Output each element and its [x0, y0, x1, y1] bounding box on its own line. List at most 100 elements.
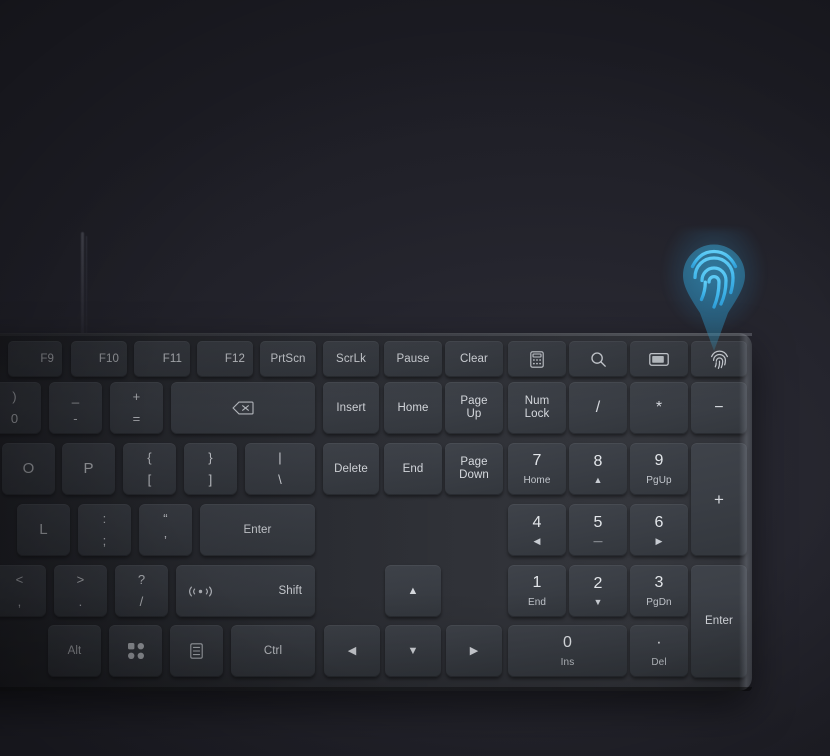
key-numpad-7-sub: Home — [523, 474, 551, 486]
key-delete[interactable]: Delete — [323, 443, 379, 495]
key-numpad-8[interactable]: 8 ▲ — [569, 443, 627, 495]
key-f11[interactable]: F11 — [134, 341, 190, 377]
key-equals[interactable]: + = — [110, 382, 163, 434]
key-quote-label: ’ — [164, 532, 167, 548]
key-page-up[interactable]: Page Up — [445, 382, 503, 434]
key-insert[interactable]: Insert — [323, 382, 379, 434]
keyboard-bottom-bezel — [0, 687, 752, 691]
key-arrow-down[interactable]: ▼ — [385, 625, 441, 677]
key-numpad-7[interactable]: 7 Home — [508, 443, 566, 495]
key-numpad-decimal-number: · — [656, 633, 662, 651]
key-numpad-decimal[interactable]: · Del — [630, 625, 688, 677]
key-home-label: Home — [397, 401, 429, 414]
key-pause[interactable]: Pause — [384, 341, 442, 377]
key-numpad-plus[interactable]: + — [691, 443, 747, 556]
backspace-icon — [232, 401, 254, 415]
key-fingerprint[interactable] — [691, 341, 747, 377]
key-minus-shifted: _ — [71, 388, 80, 404]
key-backspace[interactable] — [171, 382, 315, 434]
key-end[interactable]: End — [384, 443, 442, 495]
key-quote[interactable]: “ ’ — [139, 504, 192, 556]
calculator-icon — [530, 350, 544, 368]
key-right-ctrl[interactable]: Ctrl — [231, 625, 315, 677]
key-numpad-enter[interactable]: Enter — [691, 565, 747, 678]
keyboard-top-bezel — [0, 333, 752, 336]
key-numpad-3[interactable]: 3 PgDn — [630, 565, 688, 617]
key-slash-label: / — [139, 593, 144, 609]
key-slash[interactable]: ? / — [115, 565, 168, 617]
key-numpad-4-sub: ◀ — [533, 535, 541, 546]
key-enter-label: Enter — [243, 523, 272, 536]
key-calculator[interactable] — [508, 341, 566, 377]
key-minus[interactable]: _ - — [49, 382, 102, 434]
key-numpad-6-sub: ▶ — [655, 535, 663, 546]
key-arrow-left[interactable]: ◀ — [324, 625, 380, 677]
key-zero[interactable]: ) 0 — [0, 382, 41, 434]
key-display[interactable] — [630, 341, 688, 377]
key-start[interactable] — [109, 625, 162, 677]
key-numpad-2-sub: ▼ — [593, 596, 603, 607]
key-numpad-3-sub: PgDn — [646, 596, 672, 608]
key-letter-p[interactable]: P — [62, 443, 115, 495]
key-prtscn-label: PrtScn — [270, 352, 306, 365]
key-letter-o[interactable]: O — [2, 443, 55, 495]
background-cable-shadow — [86, 236, 87, 348]
key-numpad-8-number: 8 — [593, 453, 603, 471]
key-numpad-minus-label: − — [714, 399, 724, 417]
key-numpad-0-sub: Ins — [560, 656, 575, 668]
key-f12[interactable]: F12 — [197, 341, 253, 377]
key-numpad-8-sub: ▲ — [593, 474, 603, 485]
windows-dots-icon — [127, 643, 144, 659]
key-delete-label: Delete — [334, 462, 368, 475]
key-numpad-5[interactable]: 5 — — [569, 504, 627, 556]
product-photo-scene: F9 F10 F11 F12 PrtScn ScrLk Pause Clear — [0, 0, 830, 756]
key-letter-l-label: L — [39, 520, 48, 538]
key-f10[interactable]: F10 — [71, 341, 127, 377]
key-comma[interactable]: < , — [0, 565, 46, 617]
key-semicolon[interactable]: : ; — [78, 504, 131, 556]
key-letter-l[interactable]: L — [17, 504, 70, 556]
key-arrow-up[interactable]: ▲ — [385, 565, 441, 617]
key-bracket-left[interactable]: { [ — [123, 443, 176, 495]
key-numpad-minus[interactable]: − — [691, 382, 747, 434]
key-numpad-divide-label: / — [595, 399, 601, 417]
key-letter-p-label: P — [83, 459, 94, 477]
key-zero-shifted: ) — [12, 388, 17, 404]
key-clear-label: Clear — [460, 352, 488, 365]
key-numpad-plus-label: + — [713, 489, 725, 509]
key-period[interactable]: > . — [54, 565, 107, 617]
key-numpad-1[interactable]: 1 End — [508, 565, 566, 617]
key-num-lock[interactable]: Num Lock — [508, 382, 566, 434]
key-equals-label: = — [132, 410, 141, 426]
key-home[interactable]: Home — [384, 382, 442, 434]
key-bracket-right-label: ] — [208, 471, 213, 487]
key-scrlk[interactable]: ScrLk — [323, 341, 379, 377]
key-backslash-label: \ — [278, 471, 282, 487]
key-enter[interactable]: Enter — [200, 504, 315, 556]
key-right-shift[interactable]: Shift — [176, 565, 315, 617]
key-f9[interactable]: F9 — [8, 341, 62, 377]
key-search[interactable] — [569, 341, 627, 377]
key-bracket-right[interactable]: } ] — [184, 443, 237, 495]
key-period-shifted: > — [76, 571, 85, 587]
key-backslash[interactable]: | \ — [245, 443, 315, 495]
key-numpad-2[interactable]: 2 ▼ — [569, 565, 627, 617]
wireless-icon — [189, 585, 212, 598]
key-prtscn[interactable]: PrtScn — [260, 341, 316, 377]
key-numpad-4[interactable]: 4 ◀ — [508, 504, 566, 556]
key-numpad-decimal-sub: Del — [651, 656, 667, 668]
key-period-label: . — [78, 593, 83, 609]
key-numpad-divide[interactable]: / — [569, 382, 627, 434]
key-arrow-right[interactable]: ▶ — [446, 625, 502, 677]
key-clear[interactable]: Clear — [445, 341, 503, 377]
key-quote-shifted: “ — [163, 510, 168, 526]
key-numpad-9[interactable]: 9 PgUp — [630, 443, 688, 495]
key-menu[interactable] — [170, 625, 223, 677]
key-numpad-6[interactable]: 6 ▶ — [630, 504, 688, 556]
fingerprint-icon — [710, 349, 729, 370]
key-numpad-multiply[interactable]: * — [630, 382, 688, 434]
key-numpad-0[interactable]: 0 Ins — [508, 625, 627, 677]
keyboard-device: F9 F10 F11 F12 PrtScn ScrLk Pause Clear — [0, 333, 752, 691]
key-page-down[interactable]: Page Down — [445, 443, 503, 495]
key-right-alt[interactable]: Alt — [48, 625, 101, 677]
